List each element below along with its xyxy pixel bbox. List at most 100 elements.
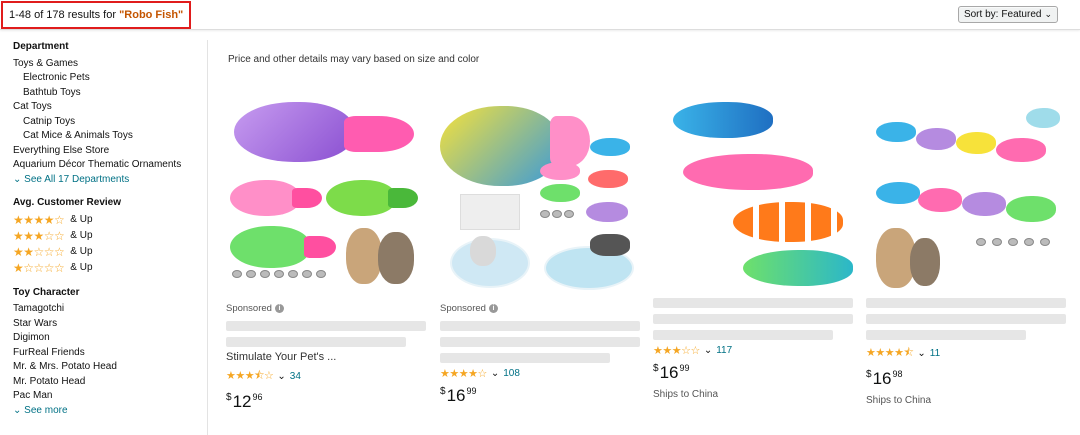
- product-price[interactable]: $1699: [653, 363, 853, 383]
- toy-character-item[interactable]: Star Wars: [13, 317, 203, 332]
- star-rating-icon: ★★★★☆: [440, 368, 487, 380]
- star-rating-icon: ★★★★⯪: [866, 347, 914, 359]
- product-image[interactable]: [226, 98, 426, 294]
- review-filter-row[interactable]: ★☆☆☆☆ & Up: [13, 261, 203, 277]
- toy-character-item[interactable]: Pac Man: [13, 389, 203, 404]
- review-count[interactable]: 117: [716, 345, 732, 356]
- chevron-down-icon: ⌄: [1044, 9, 1052, 19]
- star-rating-icon: ★★★☆☆: [653, 345, 700, 357]
- department-item[interactable]: Cat Mice & Animals Toys: [13, 129, 203, 144]
- and-up-label: & Up: [70, 214, 93, 226]
- department-item[interactable]: Everything Else Store: [13, 144, 203, 159]
- currency-symbol: $: [653, 363, 659, 375]
- product-image[interactable]: [653, 98, 853, 294]
- review-heading: Avg. Customer Review: [13, 197, 121, 208]
- product-card[interactable]: ★★★★⯪ ⌄ 11 $1698 Ships to China: [866, 98, 1066, 406]
- results-bar: 1-48 of 178 results for "Robo Fish" Sort…: [0, 0, 1080, 30]
- price-whole: 16: [659, 363, 679, 382]
- product-rating[interactable]: ★★★★☆ ⌄ 108: [440, 367, 640, 380]
- department-heading: Department: [13, 41, 69, 52]
- review-filter-row[interactable]: ★★★★☆ & Up: [13, 213, 203, 229]
- toy-character-item[interactable]: Digimon: [13, 331, 203, 346]
- department-item[interactable]: Toys & Games: [13, 57, 203, 72]
- see-all-departments-link[interactable]: ⌄ See All 17 Departments: [13, 173, 203, 188]
- review-count[interactable]: 34: [290, 371, 301, 382]
- blurred-title-line: [440, 337, 640, 347]
- and-up-label: & Up: [70, 246, 93, 258]
- see-more-label: See more: [24, 404, 68, 416]
- currency-symbol: $: [226, 392, 232, 404]
- product-card[interactable]: Sponsored i Stimulate Your Pet's ... ★★★⯪…: [226, 98, 426, 412]
- currency-symbol: $: [440, 386, 446, 398]
- review-filter-row[interactable]: ★★☆☆☆ & Up: [13, 245, 203, 261]
- price-fraction: 99: [466, 386, 477, 397]
- chevron-down-icon: ⌄: [917, 348, 926, 359]
- shipping-info: Ships to China: [866, 395, 932, 406]
- sort-dropdown[interactable]: Sort by: Featured ⌄: [957, 6, 1058, 23]
- price-note: Price and other details may vary based o…: [228, 54, 480, 65]
- price-whole: 16: [446, 386, 466, 405]
- price-whole: 16: [872, 369, 892, 388]
- results-count-text: 1-48 of 178 results for: [9, 9, 120, 21]
- product-rating[interactable]: ★★★☆☆ ⌄ 117: [653, 344, 853, 357]
- toy-character-item[interactable]: FurReal Friends: [13, 346, 203, 361]
- info-icon[interactable]: i: [274, 304, 284, 313]
- blurred-title-line: [653, 298, 853, 308]
- currency-symbol: $: [866, 369, 872, 381]
- department-item[interactable]: Electronic Pets: [13, 71, 203, 86]
- product-price[interactable]: $1699: [440, 386, 640, 406]
- sort-value: Featured: [1001, 9, 1042, 20]
- info-icon[interactable]: i: [488, 304, 498, 313]
- shipping-info: Ships to China: [653, 389, 719, 400]
- price-fraction: 96: [252, 392, 263, 403]
- price-whole: 12: [232, 392, 252, 411]
- review-filter-row[interactable]: ★★★☆☆ & Up: [13, 229, 203, 245]
- chevron-down-icon: ⌄: [13, 404, 22, 416]
- product-rating[interactable]: ★★★⯪☆ ⌄ 34: [226, 367, 426, 386]
- toy-character-heading: Toy Character: [13, 286, 80, 298]
- product-rating[interactable]: ★★★★⯪ ⌄ 11: [866, 344, 1066, 363]
- product-image[interactable]: [866, 98, 1066, 294]
- toy-character-item[interactable]: Tamagotchi: [13, 302, 203, 317]
- product-title[interactable]: Stimulate Your Pet's ...: [226, 351, 426, 363]
- star-rating-icon: ★★★☆☆: [13, 229, 65, 244]
- filter-sidebar: Department Toys & Games Electronic Pets Ba…: [13, 40, 203, 418]
- sort-label: Sort by:: [963, 9, 999, 20]
- department-item[interactable]: Cat Toys: [13, 100, 203, 115]
- department-item[interactable]: Aquarium Décor Thematic Ornaments: [13, 158, 203, 173]
- product-image[interactable]: [440, 98, 640, 294]
- product-card[interactable]: ★★★☆☆ ⌄ 117 $1699 Ships to China: [653, 98, 853, 400]
- blurred-title-line: [866, 314, 1066, 324]
- price-fraction: 98: [892, 369, 903, 380]
- sponsored-text: Sponsored: [226, 303, 272, 314]
- review-count[interactable]: 11: [930, 348, 940, 359]
- department-item[interactable]: Catnip Toys: [13, 115, 203, 130]
- blurred-title-line: [226, 321, 426, 331]
- blurred-title-line: [866, 298, 1066, 308]
- chevron-down-icon: ⌄: [703, 345, 713, 356]
- price-fraction: 99: [679, 363, 690, 374]
- review-count[interactable]: 108: [503, 368, 520, 379]
- star-rating-icon: ★★☆☆☆: [13, 245, 65, 260]
- toy-character-item[interactable]: Mr. Potato Head: [13, 375, 203, 390]
- star-rating-icon: ★☆☆☆☆: [13, 261, 65, 276]
- department-item[interactable]: Bathtub Toys: [13, 86, 203, 101]
- sponsored-label: Sponsored i: [440, 302, 640, 315]
- sponsored-text: Sponsored: [440, 303, 486, 314]
- blurred-title-line: [866, 330, 1026, 340]
- and-up-label: & Up: [70, 262, 93, 274]
- star-rating-icon: ★★★⯪☆: [226, 370, 274, 382]
- results-count: 1-48 of 178 results for "Robo Fish": [1, 1, 191, 29]
- product-price[interactable]: $1296: [226, 392, 426, 412]
- product-price[interactable]: $1698: [866, 369, 1066, 389]
- review-filter-list: ★★★★☆ & Up ★★★☆☆ & Up ★★☆☆☆ & Up ★☆☆☆☆ & Up: [13, 213, 203, 277]
- and-up-label: & Up: [70, 230, 93, 242]
- star-rating-icon: ★★★★☆: [13, 213, 65, 228]
- blurred-title-line: [440, 321, 640, 331]
- toy-character-item[interactable]: Mr. & Mrs. Potato Head: [13, 360, 203, 375]
- see-more-link[interactable]: ⌄ See more: [13, 404, 203, 419]
- blurred-title-line: [653, 330, 833, 340]
- product-card[interactable]: Sponsored i ★★★★☆ ⌄ 108 $1699: [440, 98, 640, 406]
- chevron-down-icon: ⌄: [277, 371, 286, 382]
- sponsored-label: Sponsored i: [226, 302, 426, 315]
